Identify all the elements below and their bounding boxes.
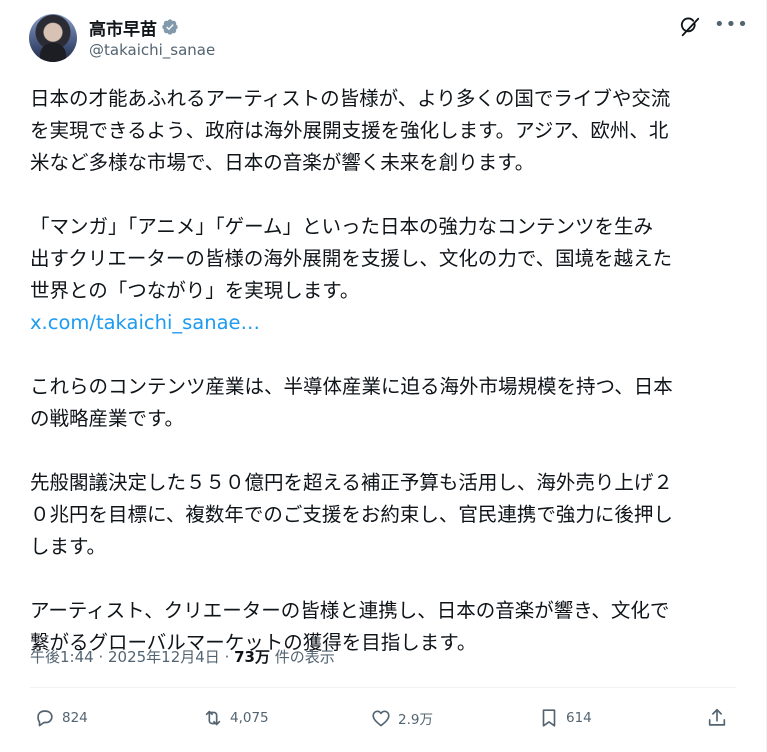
more-icon[interactable]: ••• xyxy=(714,14,748,36)
post-date[interactable]: 2025年12月4日 xyxy=(108,648,220,666)
bookmark-count: 614 xyxy=(566,710,592,726)
meta-separator: · xyxy=(219,648,235,666)
tweet-paragraph: 先般閣議決定した５５０億円を超える補正予算も活用し、海外売り上げ２ ０兆円を目標… xyxy=(30,471,673,558)
view-count: 73万 xyxy=(234,648,270,666)
reply-count: 824 xyxy=(62,710,88,726)
tweet-paragraph: 日本の才能あふれるアーティストの皆様が、より多くの国でライブや交流 を実現できる… xyxy=(30,87,671,174)
avatar[interactable] xyxy=(29,14,77,62)
tweet-card: 高市早苗 @takaichi_sanae ••• 日本の才能あふれるアーティスト… xyxy=(0,0,767,752)
like-button[interactable]: 2.9万 xyxy=(370,700,433,736)
repost-button[interactable]: 4,075 xyxy=(202,700,269,736)
reply-icon xyxy=(37,710,53,727)
post-time[interactable]: 午後1:44 xyxy=(30,648,94,666)
meta-separator: · xyxy=(93,648,108,666)
repost-count: 4,075 xyxy=(230,710,269,726)
grok-icon[interactable] xyxy=(679,16,701,38)
author-name[interactable]: 高市早苗 xyxy=(89,15,157,40)
reply-button[interactable]: 824 xyxy=(34,700,88,736)
tweet-paragraph: 「マンガ」「アニメ」「ゲーム」といった日本の強力なコンテンツを生み 出すクリエー… xyxy=(30,215,673,302)
tweet-paragraph: これらのコンテンツ産業は、半導体産業に迫る海外市場規模を持つ、日本 の戦略産業で… xyxy=(30,375,673,430)
verified-badge-icon xyxy=(162,19,178,35)
heart-icon xyxy=(372,710,390,727)
view-label: 件の表示 xyxy=(270,648,335,666)
action-bar: 824 4,075 2.9万 614 xyxy=(30,700,742,736)
divider xyxy=(30,687,736,688)
bookmark-icon xyxy=(542,709,556,727)
author-handle[interactable]: @takaichi_sanae xyxy=(89,41,215,59)
author-row: 高市早苗 xyxy=(89,15,179,40)
like-count: 2.9万 xyxy=(398,712,433,728)
tweet-meta: 午後1:44 · 2025年12月4日 · 73万 件の表示 xyxy=(30,646,335,667)
repost-icon xyxy=(205,710,221,726)
share-icon xyxy=(708,708,726,726)
tweet-text: 日本の才能あふれるアーティストの皆様が、より多くの国でライブや交流 を実現できる… xyxy=(30,83,742,659)
share-button[interactable] xyxy=(706,700,728,736)
bookmark-button[interactable]: 614 xyxy=(538,700,592,736)
tweet-link[interactable]: x.com/takaichi_sanae… xyxy=(30,307,742,339)
